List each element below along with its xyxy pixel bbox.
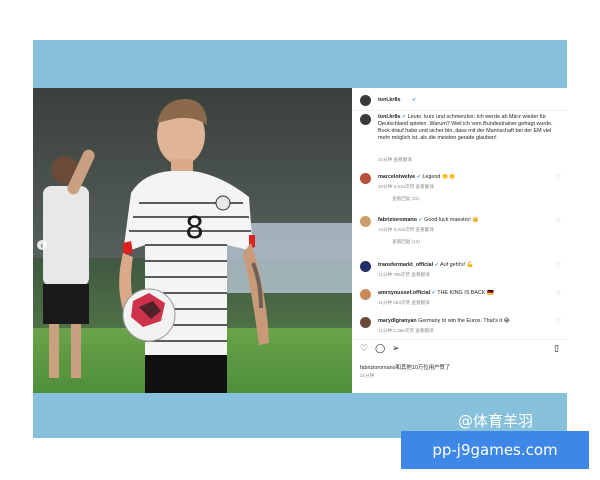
divider (352, 339, 567, 340)
verified-icon: ✔ (434, 262, 439, 268)
heart-icon[interactable]: ♡ (360, 343, 368, 354)
comment-item: amrsyoussef.official ✔ THE KING IS BACK … (352, 288, 567, 310)
caption-block: toni.kr8s ✔ Leute, kurz und schmerzlos: … (352, 114, 567, 166)
verified-icon: ✔ (418, 217, 423, 223)
background-player (43, 149, 95, 378)
comment-username[interactable]: amrsyoussef.official (378, 290, 430, 296)
verified-icon: ✔ (412, 97, 417, 103)
heart-icon[interactable]: ♡ (556, 318, 561, 325)
avatar[interactable] (360, 114, 371, 125)
heart-icon[interactable]: ♡ (556, 174, 561, 181)
view-replies-link[interactable]: 查看回复 (13) (392, 239, 420, 245)
avatar[interactable] (360, 216, 371, 227)
caption-text: toni.kr8s ✔ Leute, kurz und schmerzlos: … (378, 114, 560, 142)
author-username[interactable]: toni.kr8s (378, 97, 400, 103)
comment-meta[interactable]: 20分钟 5,810次赞 查看翻译 (378, 184, 434, 190)
bookmark-icon[interactable]: ▯ (554, 343, 559, 354)
comment-text: THE KING IS BACK 🇩🇪 (437, 290, 494, 296)
carousel-prev-icon[interactable]: ‹ (37, 240, 47, 250)
heart-icon[interactable]: ♡ (556, 217, 561, 224)
verified-icon: ✔ (416, 174, 421, 180)
comment-meta[interactable]: 11分钟 1,386次赞 查看翻译 (378, 328, 434, 334)
avatar[interactable] (360, 289, 371, 300)
likes-summary: fabrizioromano和其他10万位用户赞了 (360, 363, 450, 371)
comment-meta[interactable]: 11分钟 583次赞 查看翻译 (378, 300, 430, 306)
comment-meta[interactable]: 14分钟 8,526次赞 查看翻译 (378, 227, 434, 233)
comment-meta[interactable]: 11分钟 785次赞 查看翻译 (378, 272, 430, 278)
divider (352, 110, 567, 111)
heart-icon[interactable]: ♡ (556, 262, 561, 269)
comments-panel: toni.kr8s ✔ toni.kr8s ✔ Leute, kurz und … (352, 88, 567, 393)
comment-item: marydlgranyan Germany to win the Euros. … (352, 316, 567, 338)
share-icon[interactable]: ➢ (392, 343, 400, 354)
comment-username[interactable]: marydlgranyan (378, 318, 417, 324)
post-header: toni.kr8s ✔ (352, 94, 567, 108)
avatar[interactable] (360, 261, 371, 272)
likes-text[interactable]: fabrizioromano和其他10万位用户赞了 (360, 365, 450, 371)
comment-text: Auf geht's! 💪 (440, 262, 474, 268)
verified-icon: ✔ (401, 114, 407, 120)
site-badge[interactable]: pp-j9games.com (401, 431, 589, 469)
avatar[interactable] (360, 317, 371, 328)
comment-username[interactable]: transfermarkt_official (378, 262, 433, 268)
heart-icon[interactable]: ♡ (556, 290, 561, 297)
avatar[interactable] (360, 173, 371, 184)
comment-username[interactable]: marcelotwelve (378, 174, 415, 180)
weibo-watermark: @体育羊羽 (458, 412, 534, 430)
comment-text: Germany to win the Euros. That's it 😂 (418, 318, 510, 324)
comment-item: transfermarkt_official ✔ Auf geht's! 💪 1… (352, 260, 567, 282)
likes-time: 21分钟 (360, 373, 375, 378)
caption-meta[interactable]: 21分钟 查看翻译 (378, 157, 412, 163)
avatar[interactable] (360, 95, 371, 106)
comment-icon[interactable]: ◯ (375, 343, 385, 354)
verified-icon: ✔ (431, 290, 436, 296)
view-replies-link[interactable]: 查看回复 (32) (392, 196, 420, 202)
instagram-post: 8 ‹ toni.kr8s ✔ toni.kr8s ✔ Leute, kurz … (33, 88, 567, 393)
comment-item: marcelotwelve ✔ Legend 👏👏 20分钟 5,810次赞 查… (352, 172, 567, 206)
action-bar: ♡ ◯ ➢ (360, 343, 400, 354)
comment-text: Good luck maestro! 👑 (424, 217, 480, 223)
post-photo[interactable]: 8 ‹ (33, 88, 352, 393)
comment-text: Legend 👏👏 (422, 174, 456, 180)
comment-username[interactable]: fabrizioromano (378, 217, 417, 223)
caption-username[interactable]: toni.kr8s (378, 114, 400, 120)
jersey-number: 8 (185, 211, 205, 246)
comment-item: fabrizioromano ✔ Good luck maestro! 👑 14… (352, 215, 567, 249)
